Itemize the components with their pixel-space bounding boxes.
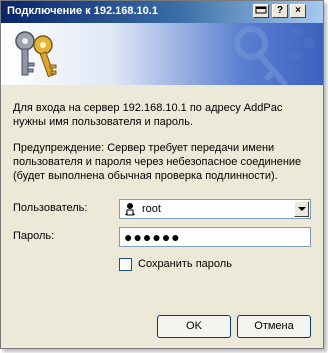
banner [1,23,323,85]
username-value: root [142,203,161,215]
username-combobox[interactable]: root [119,199,311,219]
server-message: Для входа на сервер 192.168.10.1 по адре… [13,102,283,128]
remember-password-checkbox[interactable] [119,258,132,271]
banner-decoration [234,26,314,85]
password-value: ●●●●●● [124,229,181,245]
title-bar[interactable]: Подключение к 192.168.10.1 ? × [1,1,323,23]
chevron-down-icon[interactable] [294,201,309,217]
password-field[interactable]: ●●●●●● [119,227,311,247]
help-icon[interactable]: ? [272,4,288,18]
security-warning: Предупреждение: Сервер требует передачи … [13,142,302,182]
window-title: Подключение к 192.168.10.1 [7,5,158,17]
remember-password-label[interactable]: Сохранить пароль [138,258,232,270]
login-dialog: Подключение к 192.168.10.1 ? × Для входа… [0,0,324,349]
username-label: Пользователь: [13,202,88,214]
password-label: Пароль: [13,230,55,242]
cancel-button[interactable]: Отмена [237,315,311,338]
ok-button[interactable]: OK [157,315,231,338]
close-icon[interactable]: × [290,4,306,18]
window-menu-icon[interactable] [253,4,269,18]
user-icon [125,203,135,216]
dialog-body: Для входа на сервер 192.168.10.1 по адре… [1,85,323,348]
keys-icon [15,31,57,78]
